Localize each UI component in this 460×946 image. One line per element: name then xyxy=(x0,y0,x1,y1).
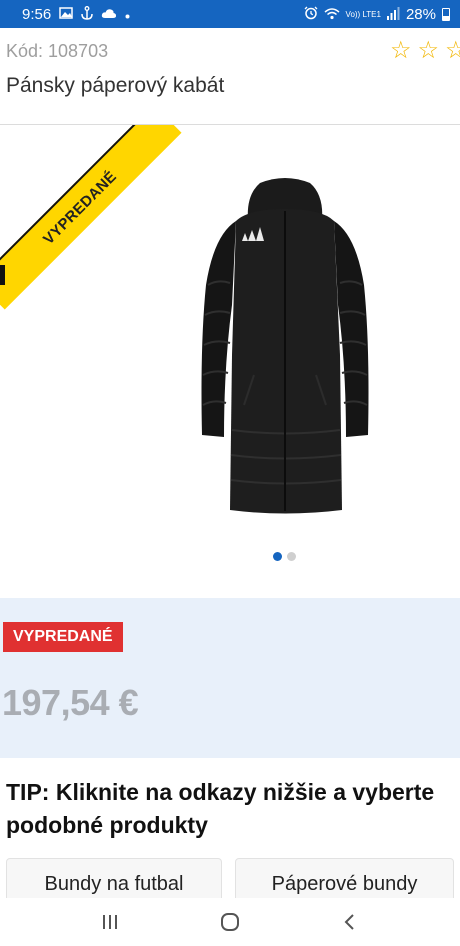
gallery-pagination[interactable] xyxy=(273,552,296,561)
signal-icon xyxy=(386,6,400,22)
ribbon-label: VYPREDANÉ xyxy=(39,167,120,248)
price-block: VYPREDANÉ 197,54 € xyxy=(0,598,460,758)
wifi-icon xyxy=(324,7,340,22)
product-image-coat[interactable] xyxy=(198,175,373,520)
star-outline-icon[interactable]: ☆ xyxy=(418,38,440,64)
image-icon xyxy=(59,7,73,21)
product-title: Pánsky páperový kabát xyxy=(6,74,225,97)
system-nav-bar xyxy=(0,898,460,946)
tip-label: TIP: Kliknite na odkazy nižšie a vyberte… xyxy=(6,779,435,838)
status-time: 9:56 xyxy=(22,5,52,23)
pagination-dot[interactable] xyxy=(287,552,296,561)
product-code: Kód: 108703 xyxy=(6,40,109,61)
sold-out-badge: VYPREDANÉ xyxy=(3,622,123,652)
product-meta-row: Kód: 108703 ☆ ☆ ☆ xyxy=(6,38,460,64)
cloud-icon xyxy=(101,8,117,21)
pagination-dot-active[interactable] xyxy=(273,552,282,561)
battery-icon xyxy=(442,7,450,21)
rating-stars[interactable]: ☆ ☆ ☆ xyxy=(390,38,460,64)
product-image-gallery[interactable]: VYPREDANÉ xyxy=(0,125,460,585)
carrier-label: Vo)) LTE1 xyxy=(345,9,381,19)
battery-percent: 28% xyxy=(405,5,436,23)
dot-icon xyxy=(125,8,130,21)
recent-apps-icon[interactable] xyxy=(90,902,130,942)
home-icon[interactable] xyxy=(210,902,250,942)
ribbon-edge xyxy=(0,265,5,285)
related-link-paperove-bundy[interactable]: Páperové bundy xyxy=(235,858,454,898)
star-outline-icon[interactable]: ☆ xyxy=(390,38,412,64)
tip-text: TIP: Kliknite na odkazy nižšie a vyberte… xyxy=(6,776,460,842)
related-links: Bundy na futbal Páperové bundy xyxy=(6,858,460,898)
anchor-icon xyxy=(81,6,93,22)
star-outline-icon[interactable]: ☆ xyxy=(445,38,460,64)
back-icon[interactable] xyxy=(330,902,370,942)
related-link-bundy-na-futbal[interactable]: Bundy na futbal xyxy=(6,858,222,898)
status-bar: 9:56 Vo)) LTE1 28% xyxy=(0,0,460,28)
product-price: 197,54 € xyxy=(2,682,139,723)
sold-out-ribbon: VYPREDANÉ xyxy=(0,125,182,310)
alarm-icon xyxy=(304,6,318,22)
